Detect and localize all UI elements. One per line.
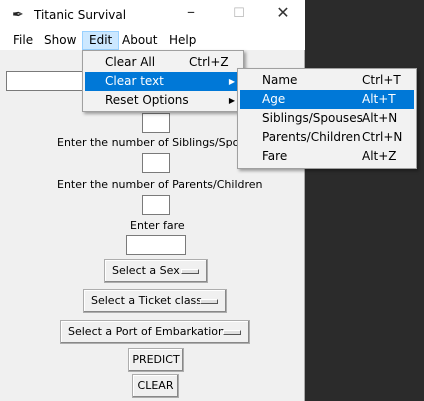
- submenu-arrow-icon: ▶: [228, 96, 235, 105]
- title-bar[interactable]: ✒ Titanic Survival – ☐ ✕: [0, 0, 305, 30]
- menu-item-label: Fare: [262, 149, 288, 163]
- siblings-entry[interactable]: [142, 153, 170, 173]
- menu-item-shortcut: Ctrl+N: [362, 130, 403, 144]
- feather-app-icon: ✒: [12, 7, 24, 23]
- clear-text-submenu: Name Ctrl+T Age Alt+T Siblings/Spouses A…: [237, 68, 417, 169]
- menu-item-label: Parents/Children: [262, 130, 361, 144]
- parents-label: Enter the number of Parents/Children: [57, 178, 263, 191]
- siblings-label: Enter the number of Siblings/Spouses: [57, 136, 265, 149]
- menu-item-label: Name: [262, 73, 298, 87]
- menu-about[interactable]: About: [116, 31, 163, 50]
- clear-button[interactable]: CLEAR: [132, 374, 179, 398]
- port-select-label: Select a Port of Embarkation: [68, 325, 225, 338]
- port-select[interactable]: Select a Port of Embarkation: [60, 320, 250, 344]
- age-entry[interactable]: [142, 113, 170, 133]
- menu-item-label: Siblings/Spouses: [262, 111, 363, 125]
- menu-show[interactable]: Show: [38, 31, 82, 50]
- menu-help[interactable]: Help: [163, 31, 202, 50]
- menu-edit[interactable]: Edit: [82, 31, 120, 50]
- fare-entry[interactable]: [126, 235, 186, 255]
- dropdown-indicator-icon: [181, 269, 199, 274]
- submenu-arrow-icon: ▶: [228, 77, 235, 86]
- menu-item-clear-text[interactable]: Clear text ▶: [85, 72, 241, 91]
- menu-bar: File Show Edit About Help: [0, 30, 305, 50]
- menu-item-age[interactable]: Age Alt+T: [240, 90, 414, 109]
- sex-select-label: Select a Sex: [112, 264, 180, 277]
- close-icon[interactable]: ✕: [273, 3, 293, 22]
- name-entry[interactable]: [6, 71, 92, 91]
- menu-item-parents-children[interactable]: Parents/Children Ctrl+N: [240, 128, 414, 147]
- menu-item-label: Clear text: [105, 74, 164, 88]
- menu-item-label: Reset Options: [105, 93, 189, 107]
- menu-item-fare[interactable]: Fare Alt+Z: [240, 147, 414, 166]
- dropdown-indicator-icon: [200, 299, 218, 304]
- minimize-icon[interactable]: –: [181, 2, 201, 21]
- menu-item-name[interactable]: Name Ctrl+T: [240, 71, 414, 90]
- menu-item-reset-options[interactable]: Reset Options ▶: [85, 91, 241, 110]
- window-title: Titanic Survival: [34, 8, 127, 22]
- menu-item-shortcut: Ctrl+T: [362, 73, 401, 87]
- menu-item-shortcut: Ctrl+Z: [189, 55, 229, 69]
- ticket-class-select-label: Select a Ticket class: [91, 294, 203, 307]
- sex-select[interactable]: Select a Sex: [104, 259, 208, 283]
- predict-button[interactable]: PREDICT: [128, 348, 184, 372]
- menu-item-label: Clear All: [105, 55, 156, 69]
- parents-entry[interactable]: [142, 195, 170, 215]
- menu-file[interactable]: File: [7, 31, 39, 50]
- menu-item-shortcut: Alt+T: [362, 92, 396, 106]
- menu-item-clear-all[interactable]: Clear All Ctrl+Z: [85, 53, 241, 72]
- ticket-class-select[interactable]: Select a Ticket class: [83, 289, 227, 313]
- edit-dropdown-menu: Clear All Ctrl+Z Clear text ▶ Reset Opti…: [82, 50, 244, 112]
- menu-item-shortcut: Alt+N: [362, 111, 398, 125]
- fare-label: Enter fare: [130, 219, 185, 232]
- menu-item-siblings-spouses[interactable]: Siblings/Spouses Alt+N: [240, 109, 414, 128]
- dropdown-indicator-icon: [223, 330, 241, 335]
- maximize-icon[interactable]: ☐: [229, 6, 249, 21]
- menu-item-label: Age: [262, 92, 286, 106]
- menu-item-shortcut: Alt+Z: [362, 149, 397, 163]
